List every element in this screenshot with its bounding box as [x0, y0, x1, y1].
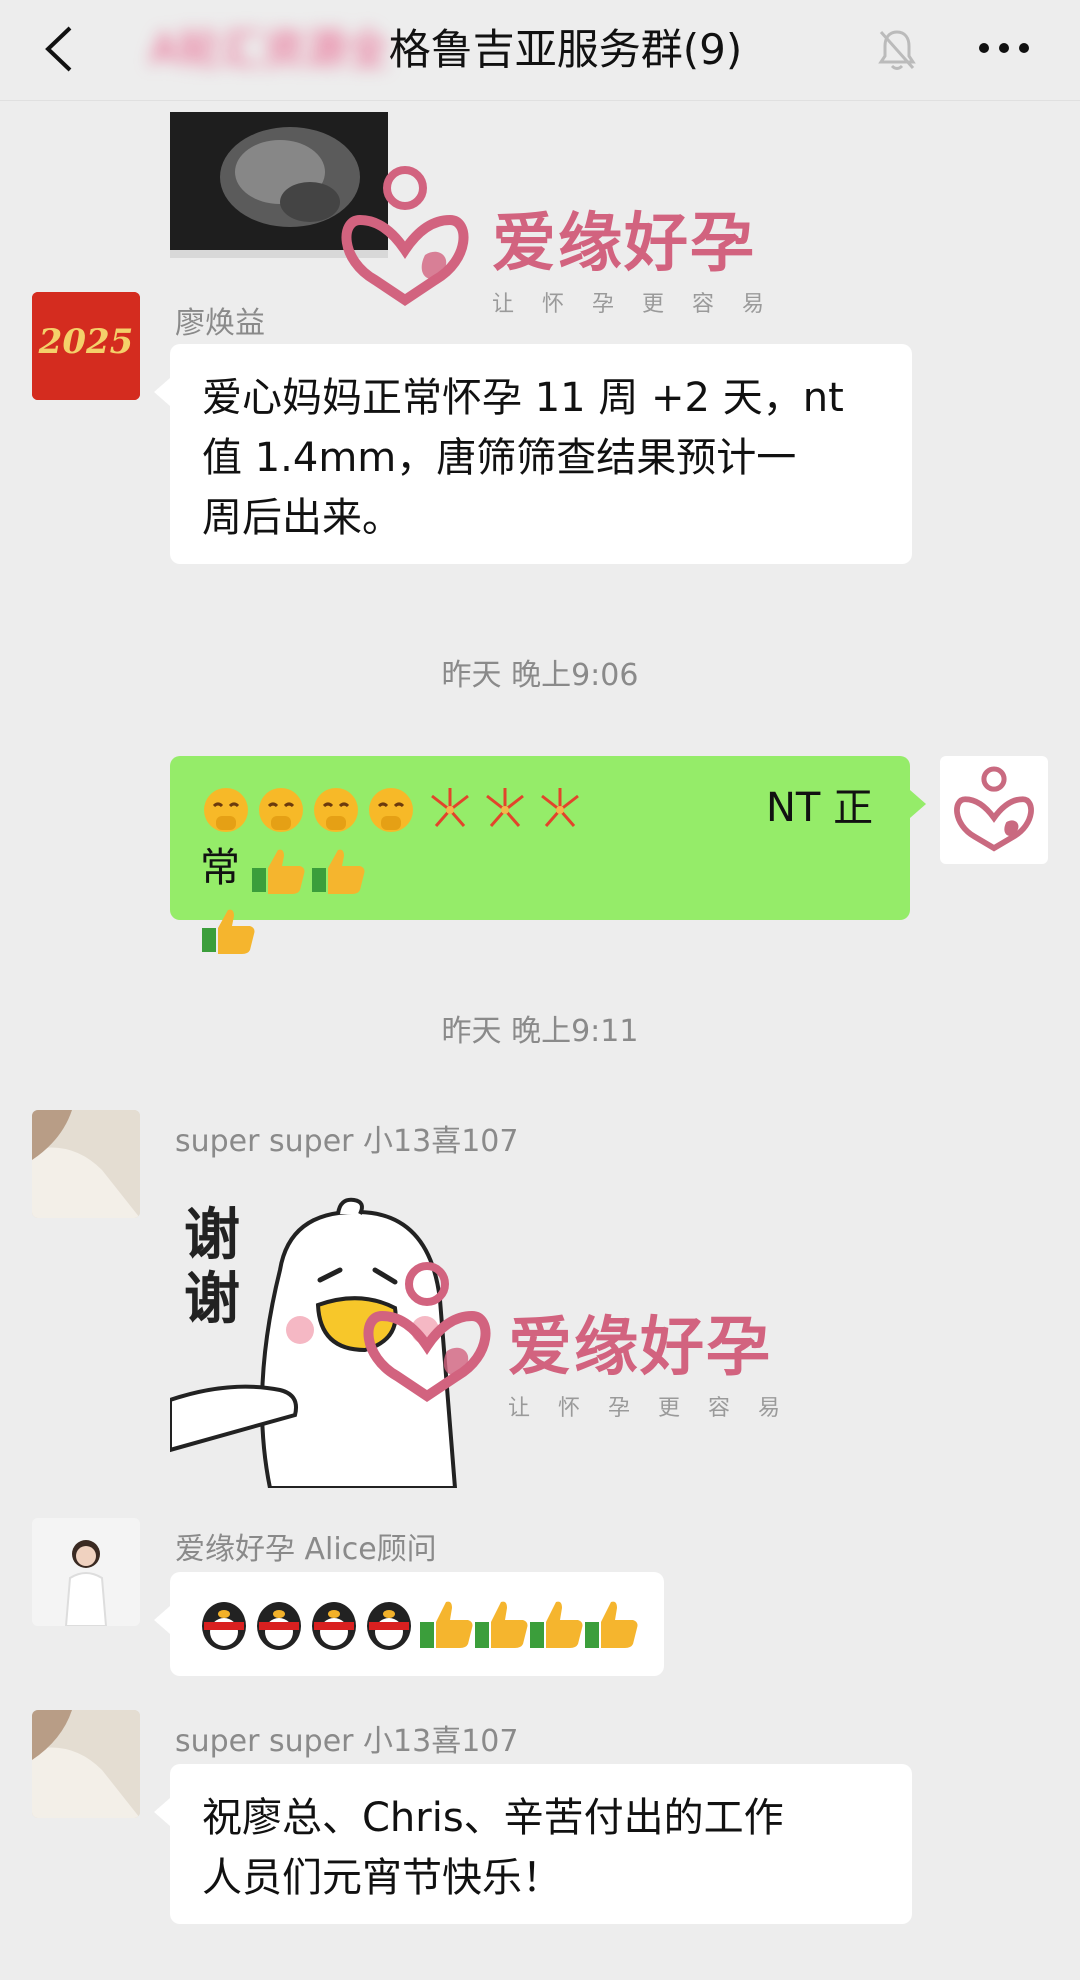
watermark-slogan: 让怀孕更容易: [492, 292, 793, 317]
chat-title-redacted: A轮汇资源全: [150, 25, 389, 74]
message-bubble-liao[interactable]: 爱心妈妈正常怀孕 11 周 +2 天，nt 值 1.4mm，唐筛筛查结果预计一 …: [154, 344, 912, 564]
timestamp: 昨天 晚上9:11: [441, 1014, 639, 1049]
watermark-text-mid: 爱缘好孕 让怀孕更容易: [508, 1296, 808, 1422]
message-line: 祝廖总、Chris、辛苦付出的工作: [202, 1795, 784, 1841]
thumbs-up-icon: [202, 909, 255, 954]
avatar-photo: [32, 1518, 140, 1626]
chat-header: A轮汇资源全格鲁吉亚服务群(9): [0, 0, 1080, 101]
more-options-icon[interactable]: [978, 38, 1030, 58]
watermark-logo-mid: [352, 1256, 502, 1410]
avatar-photo: [32, 1710, 140, 1818]
message-bubble-super[interactable]: 祝廖总、Chris、辛苦付出的工作 人员们元宵节快乐！: [154, 1764, 912, 1924]
watermark-brand: 爱缘好孕: [508, 1311, 772, 1385]
heart-logo-icon: [363, 1262, 491, 1403]
message-line: 爱心妈妈正常怀孕 11 周 +2 天，nt: [202, 375, 844, 421]
emoji-row-icon: [204, 788, 579, 832]
sender-name: super super 小13喜107: [175, 1124, 519, 1159]
watermark-logo-top: [330, 160, 480, 314]
avatar-2025-text: 2025: [38, 322, 134, 362]
avatar-alice[interactable]: [32, 1518, 140, 1626]
emoji-row-icon: [202, 1601, 638, 1650]
sender-name: super super 小13喜107: [175, 1724, 519, 1759]
message-bubble-alice[interactable]: [154, 1572, 664, 1676]
avatar-liao[interactable]: 2025: [32, 292, 140, 400]
avatar-self[interactable]: [940, 756, 1048, 864]
heart-logo-icon: [341, 166, 469, 307]
avatar-super[interactable]: [32, 1110, 140, 1218]
sticker-text-2: 谢: [184, 1267, 240, 1332]
avatar-super[interactable]: [32, 1710, 140, 1818]
back-arrow-icon[interactable]: [40, 24, 80, 74]
mute-bell-icon: [878, 30, 916, 70]
watermark-text-top: 爱缘好孕 让怀孕更容易: [492, 192, 792, 318]
message-line: 人员们元宵节快乐！: [202, 1855, 562, 1901]
avatar-photo: [32, 1110, 140, 1218]
watermark-slogan: 让怀孕更容易: [508, 1396, 809, 1421]
message-line: 周后出来。: [202, 495, 402, 541]
timestamp: 昨天 晚上9:06: [441, 658, 639, 693]
message-bubble-self[interactable]: NT 正常: [170, 756, 926, 954]
watermark-brand: 爱缘好孕: [492, 207, 756, 281]
message-line: 值 1.4mm，唐筛筛查结果预计一: [202, 435, 797, 481]
chat-title: A轮汇资源全格鲁吉亚服务群(9): [150, 22, 850, 78]
sender-name: 爱缘好孕 Alice顾问: [175, 1532, 437, 1567]
chat-title-text: 格鲁吉亚服务群(9): [388, 25, 743, 74]
sender-name: 廖焕益: [175, 306, 265, 341]
heart-logo-icon: [954, 766, 1034, 852]
thumbs-up-icons: [252, 849, 365, 894]
